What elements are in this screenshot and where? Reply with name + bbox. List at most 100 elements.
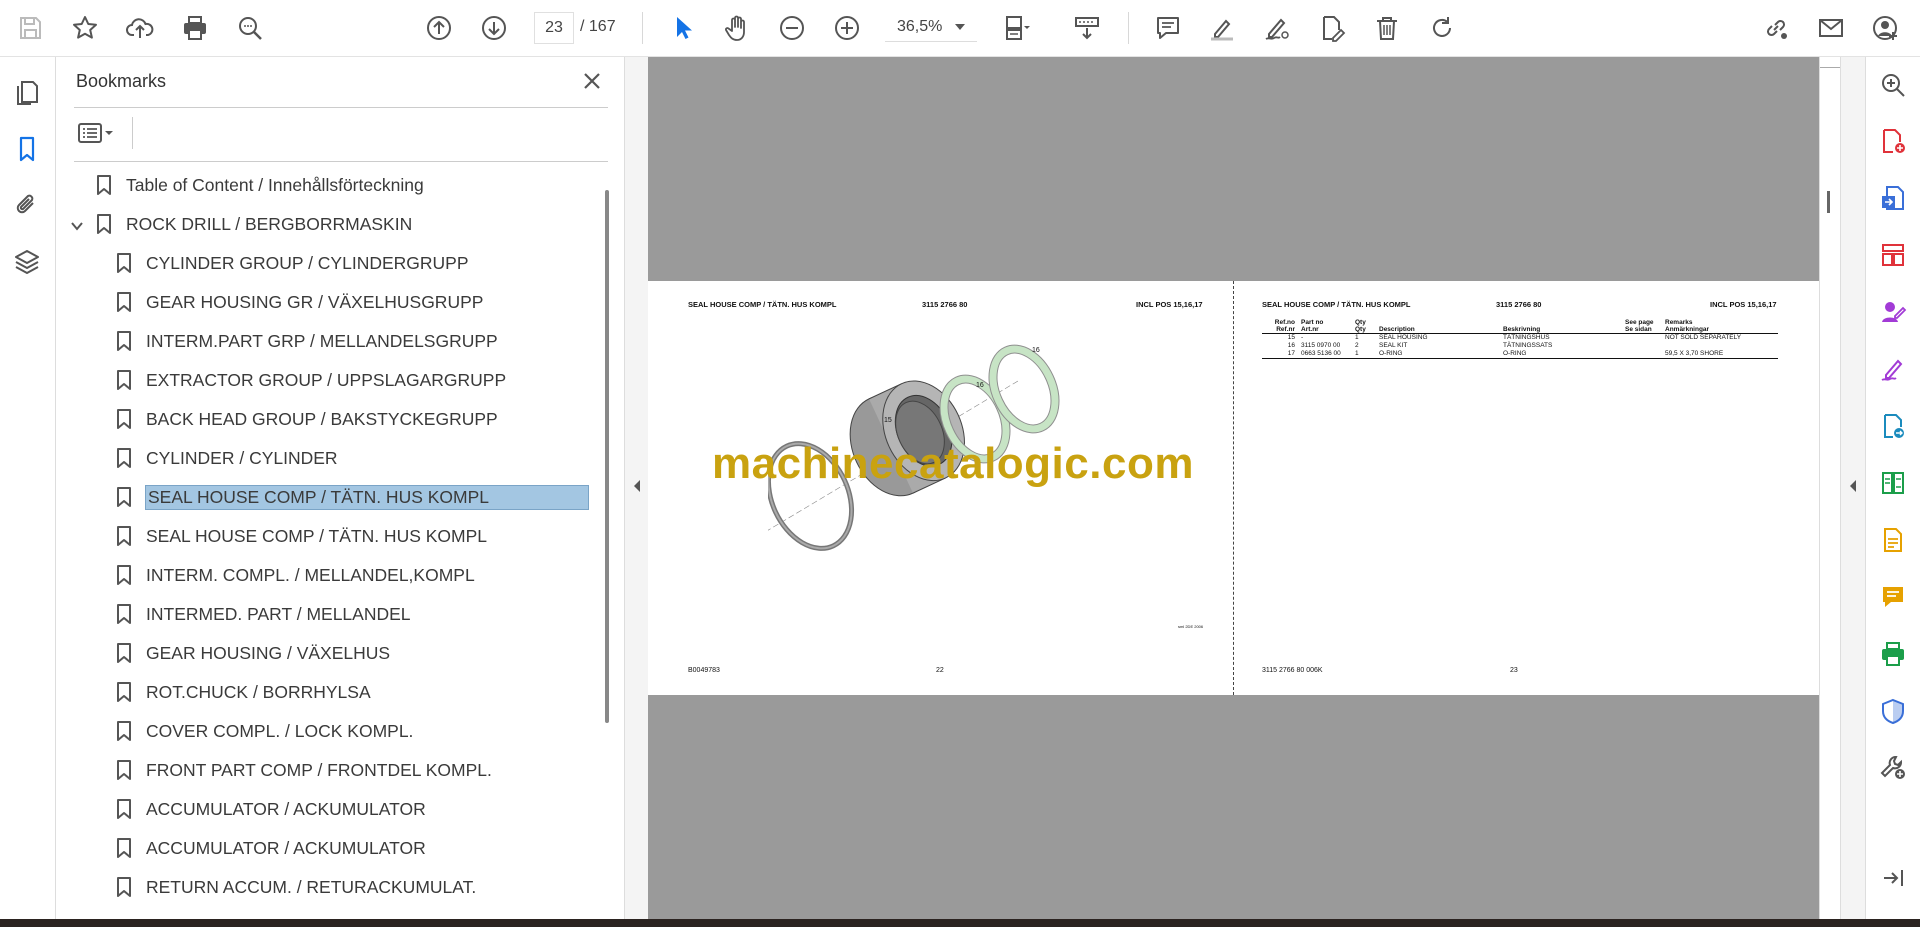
page-up-icon[interactable] bbox=[421, 10, 457, 46]
rotate-icon[interactable] bbox=[1424, 10, 1460, 46]
cell-part: 3115 0970 00 bbox=[1301, 342, 1341, 349]
bookmark-item[interactable]: INTERMED. PART / MELLANDEL bbox=[115, 598, 411, 630]
comment-tool-icon[interactable] bbox=[1876, 580, 1910, 614]
bookmark-item[interactable]: ACCUMULATOR / ACKUMULATOR bbox=[115, 832, 426, 864]
edit-pdf-icon[interactable] bbox=[1314, 10, 1350, 46]
bookmark-item[interactable]: GEAR HOUSING / VÄXELHUS bbox=[115, 637, 390, 669]
parts-table-row: 15- 1 SEAL HOUSING TÄTNINGSHUS NOT SOLD SEPA… bbox=[1262, 334, 1778, 343]
right-footer-code: 3115 2766 80 006K bbox=[1262, 667, 1323, 674]
cell-qty: 1 bbox=[1352, 350, 1376, 359]
bookmark-item[interactable]: CYLINDER GROUP / CYLINDERGRUPP bbox=[115, 247, 469, 279]
right-panel-divider[interactable] bbox=[1840, 57, 1865, 919]
fill-sign-icon[interactable] bbox=[1876, 352, 1910, 386]
compare-files-icon[interactable] bbox=[1876, 466, 1910, 500]
panel-scrollbar[interactable] bbox=[605, 190, 609, 723]
cell-remarks: 59,5 X 3,70 SHORE bbox=[1662, 350, 1778, 359]
highlight-icon[interactable] bbox=[1204, 10, 1240, 46]
hand-tool-icon[interactable] bbox=[719, 10, 755, 46]
star-icon[interactable] bbox=[67, 10, 103, 46]
document-view[interactable]: SEAL HOUSE COMP / TÄTN. HUS KOMPL 3115 2… bbox=[648, 57, 1819, 919]
bookmark-icon bbox=[117, 565, 131, 585]
bookmark-item[interactable]: ROCK DRILL / BERGBORRMASKIN bbox=[95, 208, 412, 240]
page-down-icon[interactable] bbox=[476, 10, 512, 46]
search-zoom-icon[interactable] bbox=[1876, 68, 1910, 102]
page-thumbnails-icon[interactable] bbox=[10, 76, 44, 110]
bookmark-item[interactable]: RETURN ACCUM. / RETURACKUMULAT. bbox=[115, 871, 476, 903]
bookmark-item[interactable]: FRONT PART COMP / FRONTDEL KOMPL. bbox=[115, 754, 492, 786]
cell-see bbox=[1622, 334, 1662, 343]
zoom-dropdown-icon[interactable] bbox=[955, 24, 965, 30]
cell-desc: O-RING bbox=[1376, 350, 1500, 359]
bookmark-item[interactable]: GEAR HOUSING GR / VÄXELHUSGRUPP bbox=[115, 286, 483, 318]
print-icon[interactable] bbox=[177, 10, 213, 46]
parts-table-row: 17 0663 5136 00 1 O-RING O-RING 59,5 X 3,70 S… bbox=[1262, 350, 1778, 359]
print-production-icon[interactable] bbox=[1876, 637, 1910, 671]
protect-shield-icon[interactable] bbox=[1876, 694, 1910, 728]
organize-pages-icon[interactable] bbox=[1876, 238, 1910, 272]
page-number-input[interactable]: 23 bbox=[534, 12, 574, 44]
attachments-icon[interactable] bbox=[10, 188, 44, 222]
cell-remarks bbox=[1662, 342, 1778, 350]
expand-right-panel-icon[interactable] bbox=[1848, 479, 1858, 493]
save-icon[interactable] bbox=[12, 10, 48, 46]
bookmark-item[interactable]: ACCUMULATOR / ACKUMULATOR bbox=[115, 793, 426, 825]
bookmark-icon bbox=[117, 487, 131, 507]
send-for-review-icon[interactable] bbox=[1876, 409, 1910, 443]
collapse-chevron-icon[interactable] bbox=[70, 219, 84, 233]
bookmark-item-selected[interactable]: SEAL HOUSE COMP / TÄTN. HUS KOMPL bbox=[115, 481, 589, 513]
zoom-out-icon[interactable] bbox=[774, 10, 810, 46]
bookmark-label: ACCUMULATOR / ACKUMULATOR bbox=[146, 798, 426, 819]
export-pdf-icon[interactable] bbox=[1876, 124, 1910, 158]
draw-signature-icon[interactable] bbox=[1259, 10, 1295, 46]
bookmark-options-button[interactable] bbox=[76, 119, 122, 147]
right-page-partno: 3115 2766 80 bbox=[1496, 300, 1542, 309]
bookmark-item[interactable]: BACK HEAD GROUP / BAKSTYCKEGRUPP bbox=[115, 403, 498, 435]
share-link-icon[interactable] bbox=[1758, 10, 1794, 46]
bookmarks-icon[interactable] bbox=[10, 132, 44, 166]
bookmark-label: INTERM. COMPL. / MELLANDEL,KOMPL bbox=[146, 564, 475, 585]
bookmark-item[interactable]: COVER COMPL. / LOCK KOMPL. bbox=[115, 715, 413, 747]
cell-see bbox=[1622, 350, 1662, 359]
add-user-icon[interactable] bbox=[1868, 10, 1904, 46]
close-panel-icon[interactable] bbox=[578, 67, 606, 95]
bookmark-label: CYLINDER GROUP / CYLINDERGRUPP bbox=[146, 252, 469, 273]
bookmark-item[interactable]: INTERM.PART GRP / MELLANDELSGRUPP bbox=[115, 325, 498, 357]
drawing-ref: sml 2DE 2006 bbox=[1178, 624, 1204, 629]
layers-icon[interactable] bbox=[10, 244, 44, 278]
callout-16a: 16 bbox=[976, 382, 984, 389]
bookmark-item[interactable]: INTERM. COMPL. / MELLANDEL,KOMPL bbox=[115, 559, 475, 591]
document-scrollbar[interactable] bbox=[1819, 57, 1840, 919]
left-page-title: SEAL HOUSE COMP / TÄTN. HUS KOMPL bbox=[688, 300, 837, 309]
panel-divider[interactable] bbox=[624, 57, 649, 919]
fit-page-icon[interactable] bbox=[998, 10, 1034, 46]
request-signature-icon[interactable] bbox=[1876, 295, 1910, 329]
expand-panel-icon[interactable] bbox=[1876, 861, 1910, 895]
find-icon[interactable] bbox=[232, 10, 268, 46]
bookmark-item[interactable]: Table of Content / Innehållsförteckning bbox=[95, 169, 424, 201]
more-tools-icon[interactable] bbox=[1876, 750, 1910, 784]
cell-qty: 2 bbox=[1355, 342, 1359, 349]
left-navigation-rail bbox=[0, 57, 56, 919]
pdf-spread: SEAL HOUSE COMP / TÄTN. HUS KOMPL 3115 2… bbox=[648, 281, 1819, 695]
bookmark-item[interactable]: EXTRACTOR GROUP / UPPSLAGARGRUPP bbox=[115, 364, 506, 396]
delete-icon[interactable] bbox=[1369, 10, 1405, 46]
create-pdf-icon[interactable] bbox=[1876, 181, 1910, 215]
scroll-mode-icon[interactable] bbox=[1069, 10, 1105, 46]
cell-qty: 1 bbox=[1355, 334, 1359, 341]
comment-icon[interactable] bbox=[1150, 10, 1186, 46]
cell-part: - bbox=[1301, 334, 1304, 341]
mail-icon[interactable] bbox=[1813, 10, 1849, 46]
collapse-left-icon[interactable] bbox=[632, 479, 642, 493]
bookmark-label: GEAR HOUSING GR / VÄXELHUSGRUPP bbox=[146, 291, 484, 312]
bookmark-item[interactable]: SEAL HOUSE COMP / TÄTN. HUS KOMPL bbox=[115, 520, 487, 552]
right-page-incl: INCL POS 15,16,17 bbox=[1710, 300, 1777, 309]
document-scroll-thumb[interactable] bbox=[1827, 191, 1830, 213]
scan-ocr-icon[interactable] bbox=[1876, 523, 1910, 557]
cloud-upload-icon[interactable] bbox=[122, 10, 158, 46]
top-toolbar: 23 / 167 36,5% bbox=[0, 0, 1920, 57]
bookmark-item[interactable]: ROT.CHUCK / BORRHYLSA bbox=[115, 676, 371, 708]
select-cursor-icon[interactable] bbox=[665, 10, 701, 46]
zoom-in-icon[interactable] bbox=[829, 10, 865, 46]
bookmark-item[interactable]: CYLINDER / CYLINDER bbox=[115, 442, 338, 474]
cell-desc: SEAL HOUSING bbox=[1379, 334, 1428, 341]
